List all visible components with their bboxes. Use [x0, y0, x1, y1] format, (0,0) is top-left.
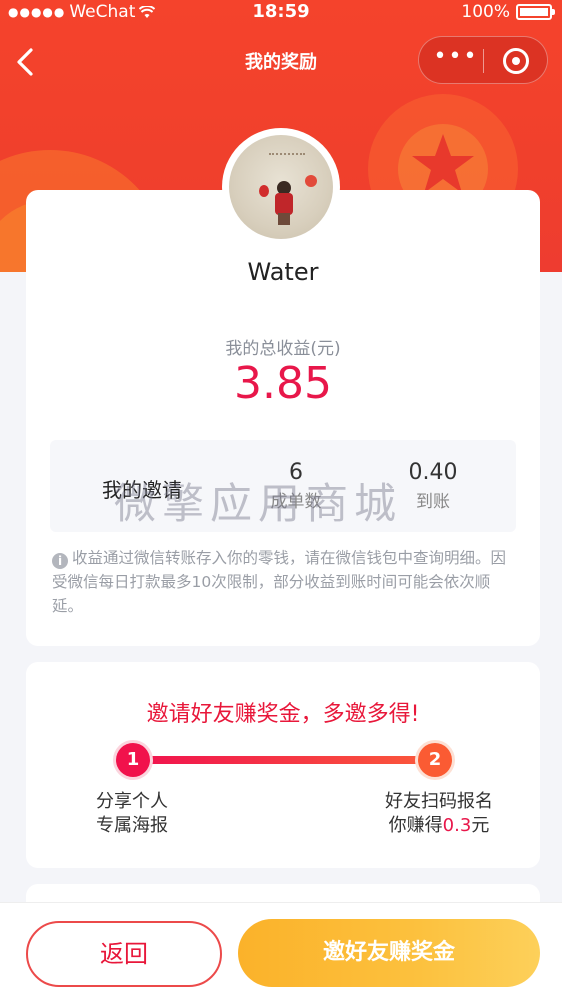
- battery-percent: 100%: [461, 2, 510, 22]
- step-1-label: 分享个人 专属海报: [72, 790, 192, 838]
- total-earnings-label: 我的总收益(元): [225, 339, 341, 359]
- arrived-label: 到账: [416, 492, 450, 512]
- avatar-frame: [222, 128, 340, 246]
- invite-steps-card: 邀请好友赚奖金，多邀多得! 1 2 分享个人 专属海报 好友扫码报名 你赚得0.…: [26, 662, 540, 868]
- reward-amount: 0.3: [442, 815, 472, 836]
- arrived-amount: 0.40: [408, 460, 458, 485]
- battery-icon: [516, 4, 555, 20]
- notice-text: 收益通过微信转账存入你的零钱，请在微信钱包中查询明细。因受微信每日打款最多10次…: [52, 549, 507, 615]
- avatar-detail: [278, 213, 290, 225]
- step-2-prefix: 你赚得: [388, 815, 443, 836]
- back-button[interactable]: 返回: [26, 921, 222, 987]
- orders-label: 成单数: [270, 492, 322, 512]
- step-1-line-2: 专属海报: [96, 815, 168, 836]
- step-2-marker: 2: [418, 743, 452, 777]
- my-invites-title: 我的邀请: [102, 478, 182, 502]
- step-2-line-2: 你赚得0.3元: [366, 814, 512, 838]
- orders-stat: 6 成单数: [266, 460, 326, 512]
- orders-count: 6: [289, 460, 303, 485]
- more-icon[interactable]: •••: [433, 46, 479, 73]
- avatar: [229, 135, 333, 239]
- battery-status: 100%: [461, 2, 555, 22]
- steps-title: 邀请好友赚奖金，多邀多得!: [146, 702, 420, 727]
- step-1-marker: 1: [116, 743, 150, 777]
- progress-track: [132, 756, 436, 764]
- close-target-icon[interactable]: [503, 48, 529, 74]
- avatar-detail: [275, 193, 293, 215]
- avatar-detail: [259, 185, 269, 197]
- step-2-suffix: 元: [471, 815, 490, 836]
- invite-friends-button[interactable]: 邀好友赚奖金: [238, 919, 540, 987]
- payout-notice: i 收益通过微信转账存入你的零钱，请在微信钱包中查询明细。因受微信每日打款最多10…: [52, 546, 512, 618]
- step-2-label: 好友扫码报名 你赚得0.3元: [366, 790, 512, 838]
- step-1-line-1: 分享个人: [96, 791, 168, 812]
- my-invites-box[interactable]: 我的邀请 6 成单数 0.40 到账: [50, 440, 516, 532]
- divider: [483, 49, 484, 73]
- mini-program-capsule: •••: [418, 36, 548, 84]
- info-icon: i: [52, 553, 68, 569]
- username: Water: [247, 258, 319, 286]
- step-2-line-1: 好友扫码报名: [385, 791, 493, 812]
- profile-card: Water 我的总收益(元) 3.85 我的邀请 6 成单数 0.40 到账 i…: [26, 190, 540, 646]
- avatar-detail: [305, 175, 317, 187]
- total-earnings-value: 3.85: [234, 358, 332, 409]
- avatar-detail: [269, 153, 305, 171]
- status-bar: ●●●●● WeChat 18:59 100%: [0, 0, 562, 26]
- bottom-action-bar: 返回 邀好友赚奖金: [0, 902, 562, 1000]
- arrived-stat: 0.40 到账: [398, 460, 468, 512]
